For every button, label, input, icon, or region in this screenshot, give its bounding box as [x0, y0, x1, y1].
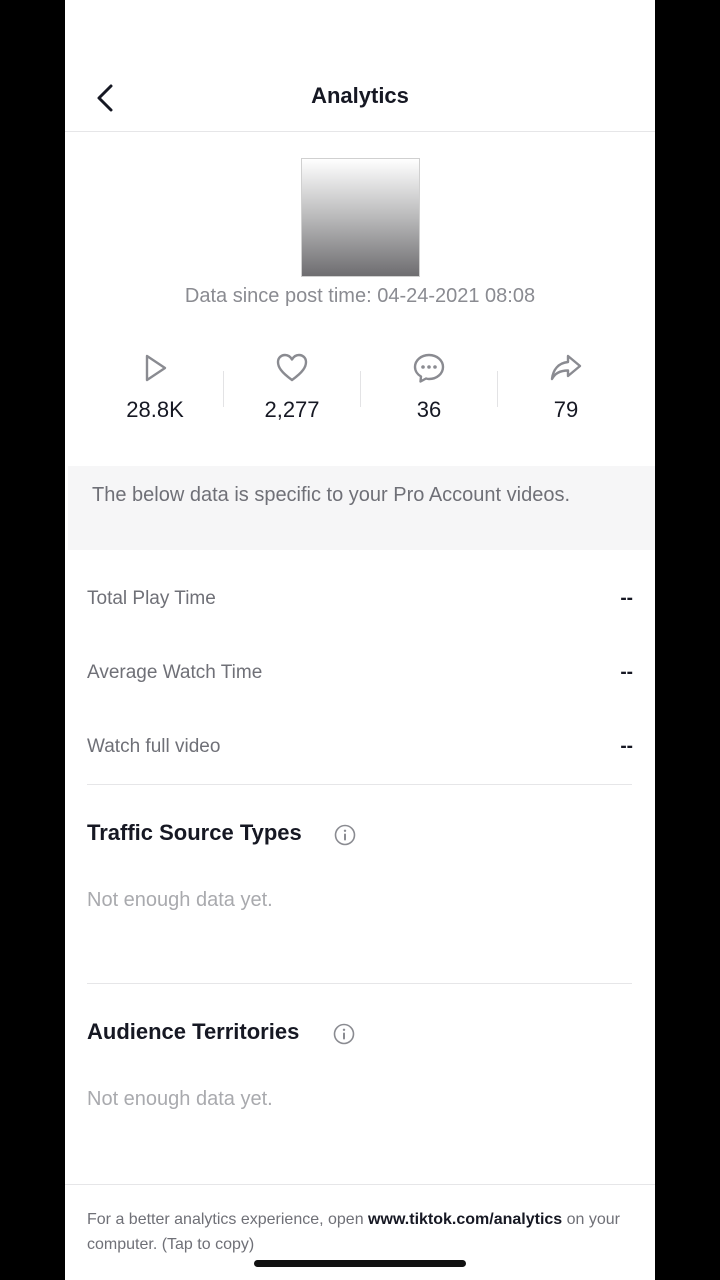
stat-comments: 36 [361, 345, 497, 435]
analytics-screen: Analytics Data since post time: 04-24-20… [65, 0, 655, 1280]
stat-views: 28.8K [87, 345, 223, 435]
stat-views-value: 28.8K [126, 397, 184, 422]
metric-total-play-time: Total Play Time -- [87, 580, 633, 620]
metric-value: -- [620, 662, 633, 683]
territories-empty-text: Not enough data yet. [87, 1088, 273, 1110]
home-indicator[interactable] [254, 1260, 466, 1267]
stat-comments-value: 36 [416, 397, 442, 422]
pro-account-note: The below data is specific to your Pro A… [68, 466, 655, 550]
metric-label: Watch full video [87, 736, 221, 757]
stat-shares-value: 79 [553, 397, 579, 422]
section-divider [87, 784, 632, 785]
info-icon[interactable] [334, 824, 356, 846]
data-since-text: Data since post time: 04-24-2021 08:08 [184, 285, 536, 307]
metric-average-watch-time: Average Watch Time -- [87, 654, 633, 694]
stat-likes: 2,277 [224, 345, 360, 435]
metric-value: -- [620, 736, 633, 757]
audience-territories-title: Audience Territories [87, 1019, 300, 1044]
traffic-source-title: Traffic Source Types [87, 820, 302, 845]
footer-prefix: For a better analytics experience, open [87, 1211, 369, 1228]
metric-label: Average Watch Time [87, 662, 263, 683]
heart-icon [276, 353, 308, 382]
metric-watch-full-video: Watch full video -- [87, 728, 633, 768]
page-title: Analytics [311, 83, 409, 108]
analytics-url-link[interactable]: www.tiktok.com/analytics [368, 1211, 562, 1228]
comment-icon [413, 353, 445, 383]
copy-analytics-link[interactable]: For a better analytics experience, open … [87, 1207, 633, 1257]
footer-divider [65, 1184, 655, 1185]
stats-row: 28.8K 2,277 36 79 [87, 345, 633, 435]
section-divider [87, 983, 632, 984]
stat-likes-value: 2,277 [264, 397, 320, 422]
top-bar: Analytics [65, 0, 655, 132]
stat-shares: 79 [498, 345, 634, 435]
metric-label: Total Play Time [87, 588, 216, 609]
play-icon [145, 354, 167, 382]
info-icon[interactable] [333, 1023, 355, 1045]
share-icon [550, 354, 582, 381]
traffic-empty-text: Not enough data yet. [87, 889, 273, 911]
metric-value: -- [620, 588, 633, 609]
video-thumbnail[interactable] [301, 158, 420, 277]
